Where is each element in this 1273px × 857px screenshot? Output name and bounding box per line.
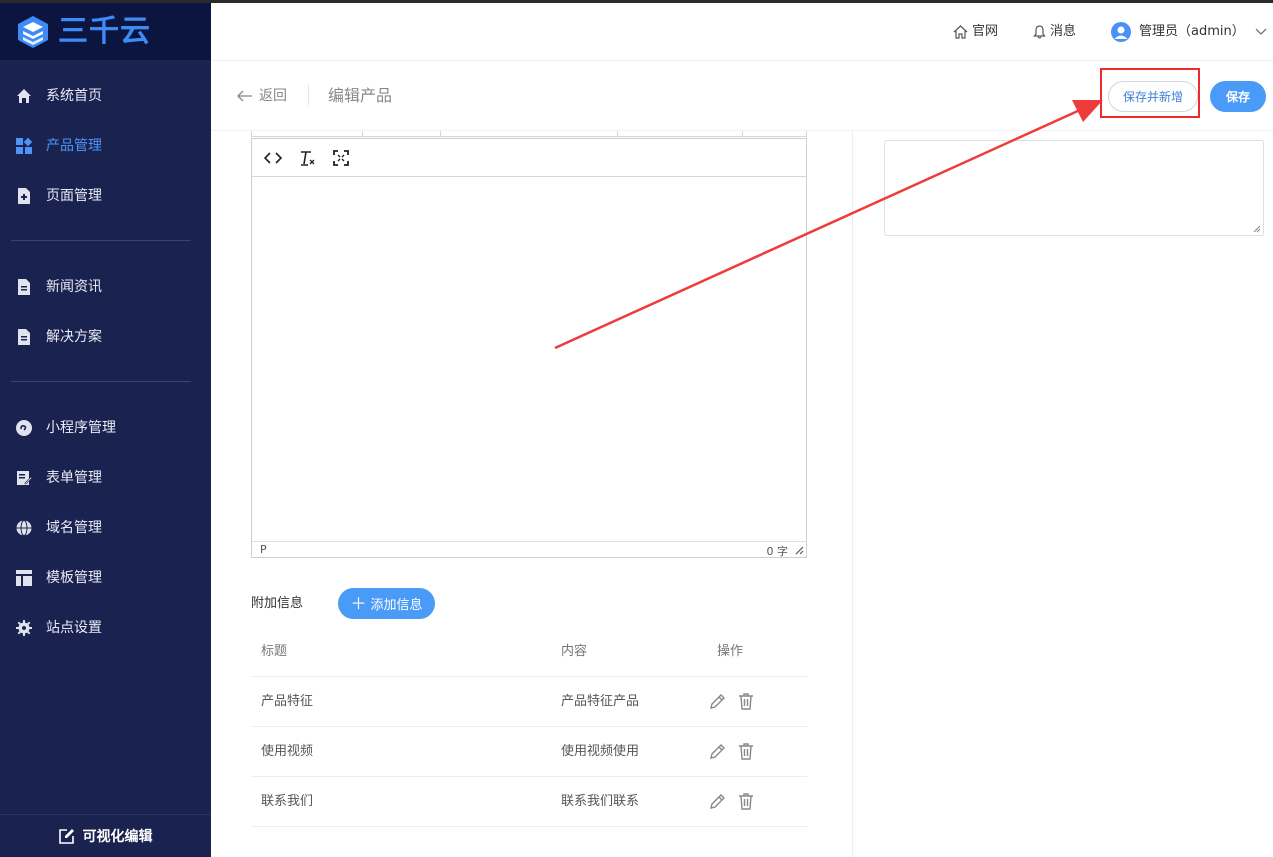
sidebar-item-mini-program[interactable]: 小程序管理 <box>0 408 211 448</box>
grid-icon <box>16 138 32 154</box>
row-content: 联系我们联系 <box>561 794 640 809</box>
element-path: P <box>260 543 267 556</box>
brand-name: 三千云 <box>58 14 151 49</box>
globe-icon <box>16 520 32 536</box>
edit-icon[interactable] <box>708 791 728 811</box>
sidebar-item-label: 域名管理 <box>46 520 102 536</box>
toolbar-separator <box>308 85 309 105</box>
table-row: 联系我们 联系我们联系 <box>251 777 807 827</box>
sidebar-item-label: 小程序管理 <box>46 420 116 436</box>
visual-edit-label: 可视化编辑 <box>82 829 153 845</box>
sidebar-item-label: 产品管理 <box>46 138 102 154</box>
sidebar-item-label: 页面管理 <box>46 188 102 204</box>
save-button[interactable]: 保存 <box>1210 81 1266 112</box>
sidebar-item-label: 新闻资讯 <box>46 279 102 295</box>
back-label: 返回 <box>259 88 287 104</box>
website-link-label: 官网 <box>972 24 999 39</box>
sidebar-item-solutions[interactable]: 解决方案 <box>0 317 211 357</box>
editor-menubar-remnant <box>251 131 807 137</box>
sidebar-item-news[interactable]: 新闻资讯 <box>0 267 211 307</box>
chevron-down-icon <box>1255 28 1267 35</box>
row-content: 使用视频使用 <box>561 744 640 759</box>
user-menu[interactable]: 管理员（admin） <box>1111 22 1271 42</box>
logo-icon <box>18 16 48 48</box>
sidebar-item-templates[interactable]: 模板管理 <box>0 558 211 598</box>
edit-icon[interactable] <box>708 741 728 761</box>
trash-icon[interactable] <box>736 791 756 811</box>
sidebar-item-label: 解决方案 <box>46 329 102 345</box>
row-title: 使用视频 <box>261 744 314 759</box>
sidebar-item-label: 站点设置 <box>46 620 102 636</box>
sidebar-item-home[interactable]: 系统首页 <box>0 76 211 116</box>
column-header-title: 标题 <box>261 644 288 659</box>
avatar <box>1111 22 1131 42</box>
page-title: 编辑产品 <box>328 86 393 105</box>
top-header: 官网 消息 管理员（admin） <box>211 3 1273 61</box>
add-info-label: 添加信息 <box>370 598 423 613</box>
description-textarea[interactable] <box>884 140 1264 236</box>
fullscreen-button[interactable] <box>330 148 352 168</box>
home-icon <box>17 89 31 103</box>
rich-text-editor: P 0 字 <box>251 138 807 558</box>
row-title: 联系我们 <box>261 794 314 809</box>
source-code-button[interactable] <box>262 148 284 168</box>
sidebar-item-site-settings[interactable]: 站点设置 <box>0 608 211 648</box>
sidebar-item-label: 表单管理 <box>46 470 102 486</box>
document-icon <box>18 279 30 295</box>
column-header-content: 内容 <box>561 644 588 659</box>
bell-icon <box>1033 25 1046 39</box>
editor-status-bar: P 0 字 <box>252 541 806 558</box>
code-icon <box>264 152 282 164</box>
edit-square-icon <box>58 829 74 844</box>
sidebar-item-domains[interactable]: 域名管理 <box>0 508 211 548</box>
template-icon <box>16 570 32 586</box>
word-count: 0 字 <box>766 545 789 558</box>
website-link[interactable]: 官网 <box>953 23 998 41</box>
trash-icon[interactable] <box>736 741 756 761</box>
visual-edit-button[interactable]: 可视化编辑 <box>0 814 211 857</box>
logo[interactable]: 三千云 <box>0 3 211 60</box>
back-link[interactable]: 返回 <box>237 87 287 105</box>
sidebar: 三千云 系统首页 产品管理 页面管理 新闻资讯 解决方案 小程序管理 表单管理 <box>0 3 211 857</box>
trash-icon[interactable] <box>736 691 756 711</box>
home-outline-icon <box>953 25 968 39</box>
sidebar-item-products[interactable]: 产品管理 <box>0 126 211 166</box>
add-info-button[interactable]: ＋ 添加信息 <box>338 588 435 619</box>
sidebar-item-label: 系统首页 <box>46 88 102 104</box>
table-row: 产品特征 产品特征产品 <box>251 677 807 727</box>
sidebar-divider <box>11 381 191 382</box>
user-icon <box>1114 26 1128 39</box>
annotation-highlight-box <box>1100 68 1200 118</box>
messages-link[interactable]: 消息 <box>1033 23 1076 41</box>
resize-grip-icon[interactable] <box>795 546 804 555</box>
extra-info-table: 标题 内容 操作 产品特征 产品特征产品 使用视频 使用视频使用 联系我们 联系… <box>251 627 807 827</box>
extra-info-label: 附加信息 <box>251 596 304 611</box>
edit-icon[interactable] <box>708 691 728 711</box>
column-divider <box>852 131 853 857</box>
sidebar-divider <box>11 240 191 241</box>
table-row: 使用视频 使用视频使用 <box>251 727 807 777</box>
arrow-left-icon <box>237 90 252 102</box>
sidebar-item-pages[interactable]: 页面管理 <box>0 176 211 216</box>
editor-toolbar <box>252 139 806 177</box>
user-name: 管理员（admin） <box>1139 24 1245 39</box>
row-title: 产品特征 <box>261 694 314 709</box>
sidebar-item-label: 模板管理 <box>46 570 102 586</box>
table-header-row: 标题 内容 操作 <box>251 627 807 677</box>
form-edit-icon <box>17 471 32 485</box>
clear-format-button[interactable] <box>296 148 318 168</box>
plus-icon: ＋ <box>350 593 367 613</box>
row-content: 产品特征产品 <box>561 694 640 709</box>
messages-link-label: 消息 <box>1050 24 1077 39</box>
gear-icon <box>16 620 32 636</box>
column-header-actions: 操作 <box>717 644 744 659</box>
clear-format-icon <box>301 151 315 166</box>
document-icon <box>18 329 30 345</box>
fullscreen-icon <box>333 150 349 166</box>
mini-program-icon <box>16 420 32 436</box>
sidebar-item-forms[interactable]: 表单管理 <box>0 458 211 498</box>
resize-grip-icon[interactable] <box>1253 225 1261 233</box>
page-add-icon <box>18 188 30 204</box>
